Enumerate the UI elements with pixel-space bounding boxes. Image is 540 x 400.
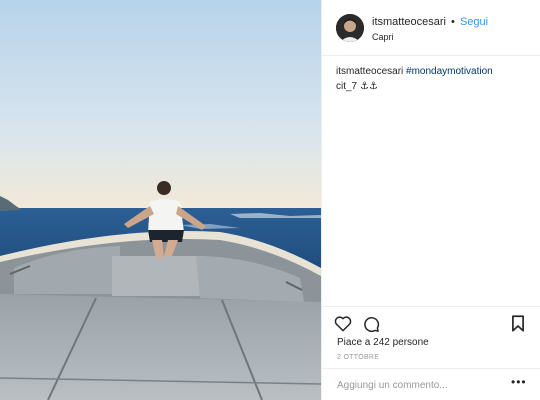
header-user-line: itsmatteocesari • Segui <box>372 16 488 28</box>
bookmark-icon[interactable] <box>511 315 525 332</box>
caption-text: cit_7 ⚓⚓ <box>336 81 378 92</box>
boat-photo-image <box>0 0 321 400</box>
caption-username[interactable]: itsmatteocesari <box>336 66 403 77</box>
username-link[interactable]: itsmatteocesari <box>372 16 446 28</box>
likes-count[interactable]: Piace a 242 persone <box>337 337 429 348</box>
more-options-icon[interactable]: ••• <box>511 375 527 389</box>
post-details-panel: itsmatteocesari • Segui Capri itsmatteoc… <box>321 0 540 400</box>
post-header: itsmatteocesari • Segui Capri <box>322 0 540 56</box>
avatar-image <box>336 14 364 42</box>
comment-icon[interactable] <box>362 315 380 333</box>
separator-dot: • <box>451 16 455 28</box>
caption-hashtag[interactable]: #mondaymotivation <box>406 66 493 77</box>
post-caption: itsmatteocesari #mondaymotivation cit_7 … <box>336 64 531 94</box>
comment-box: ••• <box>322 368 540 400</box>
location-link[interactable]: Capri <box>372 32 394 42</box>
action-bar <box>322 306 540 336</box>
follow-button[interactable]: Segui <box>460 16 488 28</box>
avatar[interactable] <box>336 14 364 42</box>
post-photo[interactable] <box>0 0 321 400</box>
post-date: 2 OTTOBRE <box>337 354 380 361</box>
comment-input[interactable] <box>337 378 497 392</box>
heart-icon[interactable] <box>334 315 352 332</box>
